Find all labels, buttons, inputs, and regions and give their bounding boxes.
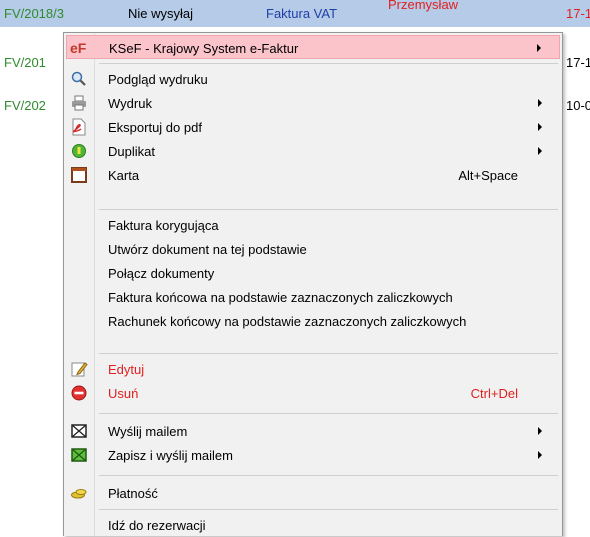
grid-cell-status: Nie wysyłaj	[128, 6, 194, 21]
menu-item-label: Rachunek końcowy na podstawie zaznaczony…	[108, 314, 467, 329]
printer-icon	[70, 94, 88, 112]
menu-item-create-document[interactable]: Utwórz dokument na tej podstawie	[66, 237, 560, 261]
grid-cell-number: FV/202	[4, 98, 46, 113]
grid-cell-person: Przemysław	[388, 0, 459, 12]
menu-item-label: Karta	[108, 168, 140, 183]
menu-item-label: Płatność	[108, 486, 158, 501]
menu-item-card[interactable]: Karta Alt+Space	[66, 163, 560, 187]
menu-separator	[99, 475, 558, 476]
menu-separator	[99, 413, 558, 414]
menu-item-final-bill[interactable]: Rachunek końcowy na podstawie zaznaczony…	[66, 309, 560, 333]
menu-item-go-to-reservation[interactable]: Idź do rezerwacji	[66, 513, 560, 537]
menu-separator	[99, 63, 558, 64]
menu-item-print-preview[interactable]: Podgląd wydruku	[66, 67, 560, 91]
coins-icon	[70, 484, 88, 502]
menu-item-merge-documents[interactable]: Połącz dokumenty	[66, 261, 560, 285]
menu-item-final-invoice[interactable]: Faktura końcowa na podstawie zaznaczonyc…	[66, 285, 560, 309]
card-icon	[70, 166, 88, 184]
menu-item-label: Zapisz i wyślij mailem	[108, 448, 233, 463]
menu-item-shortcut: Alt+Space	[458, 168, 518, 183]
pdf-icon	[70, 118, 88, 136]
menu-item-duplicate[interactable]: Duplikat	[66, 139, 560, 163]
submenu-arrow-icon	[538, 451, 542, 459]
submenu-arrow-icon	[537, 44, 541, 52]
menu-item-label: Wyślij mailem	[108, 424, 188, 439]
submenu-arrow-icon	[538, 99, 542, 107]
menu-item-export-pdf[interactable]: Eksportuj do pdf	[66, 115, 560, 139]
menu-item-label: KSeF - Krajowy System e-Faktur	[109, 41, 299, 56]
submenu-arrow-icon	[538, 147, 542, 155]
context-menu: eF KSeF - Krajowy System e-Faktur Podglą…	[63, 32, 563, 536]
menu-item-ksef[interactable]: eF KSeF - Krajowy System e-Faktur	[66, 35, 560, 59]
menu-item-label: Faktura końcowa na podstawie zaznaczonyc…	[108, 290, 453, 305]
edit-icon	[70, 360, 88, 378]
menu-separator	[99, 353, 558, 354]
grid-cell-date: 17-1	[566, 6, 590, 21]
grid-row-selected[interactable]: FV/2018/3 Nie wysyłaj Faktura VAT Przemy…	[0, 0, 590, 27]
menu-item-edit[interactable]: Edytuj	[66, 357, 560, 381]
menu-item-label: Eksportuj do pdf	[108, 120, 202, 135]
menu-separator	[99, 509, 558, 510]
menu-item-label: Faktura korygująca	[108, 218, 219, 233]
menu-separator	[99, 209, 558, 210]
grid-cell-date: 10-0	[566, 98, 590, 113]
save-mail-icon	[70, 446, 88, 464]
menu-item-label: Podgląd wydruku	[108, 72, 208, 87]
submenu-arrow-icon	[538, 123, 542, 131]
duplicate-icon	[70, 142, 88, 160]
menu-item-label: Usuń	[108, 386, 139, 401]
grid-cell-date: 17-1	[566, 55, 590, 70]
menu-item-print[interactable]: Wydruk	[66, 91, 560, 115]
menu-item-label: Połącz dokumenty	[108, 266, 215, 281]
submenu-arrow-icon	[538, 427, 542, 435]
menu-item-save-send-mail[interactable]: Zapisz i wyślij mailem	[66, 443, 560, 467]
menu-item-label: Idź do rezerwacji	[108, 518, 206, 533]
menu-item-label: Edytuj	[108, 362, 145, 377]
magnifier-icon	[70, 70, 88, 88]
ksef-logo-icon: eF	[70, 40, 87, 56]
grid-cell-type: Faktura VAT	[266, 6, 338, 21]
menu-item-delete[interactable]: Usuń Ctrl+Del	[66, 381, 560, 405]
grid-cell-number: FV/201	[4, 55, 46, 70]
delete-icon	[70, 384, 88, 402]
menu-item-correction-invoice[interactable]: Faktura korygująca	[66, 213, 560, 237]
menu-item-payment[interactable]: Płatność	[66, 481, 560, 505]
menu-item-shortcut: Ctrl+Del	[470, 386, 518, 401]
mail-icon	[70, 422, 88, 440]
menu-item-send-mail[interactable]: Wyślij mailem	[66, 419, 560, 443]
menu-item-label: Wydruk	[108, 96, 152, 111]
menu-item-label: Duplikat	[108, 144, 155, 159]
grid-cell-number: FV/2018/3	[4, 6, 64, 21]
menu-item-label: Utwórz dokument na tej podstawie	[108, 242, 307, 257]
